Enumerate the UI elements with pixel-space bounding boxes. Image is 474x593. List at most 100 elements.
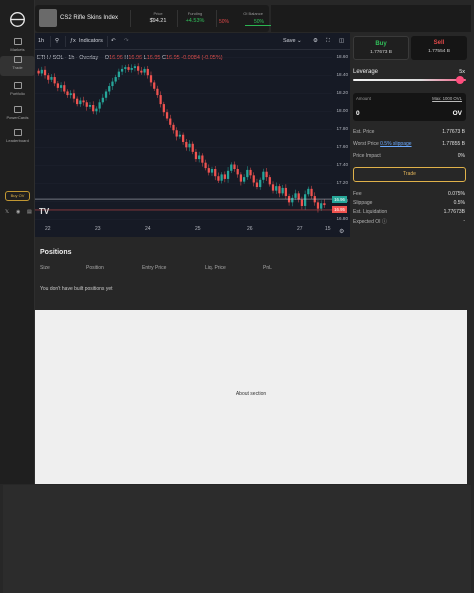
amount-unit: OV [452, 110, 462, 117]
candle-body [210, 169, 214, 173]
save-dropdown-icon[interactable]: ⌄ [297, 38, 302, 44]
leverage-slider-thumb[interactable] [456, 76, 465, 84]
worst-price-label: Worst Price [353, 141, 379, 147]
tradingview-logo-icon[interactable]: TV [39, 207, 49, 216]
sidebar-item-powercards[interactable]: PowerCards [0, 106, 35, 126]
candle-body [53, 77, 56, 84]
toolbar-divider [107, 36, 108, 47]
info-icon[interactable]: ⓘ [382, 219, 387, 225]
oi-balance-stat: OI Balance [219, 11, 263, 16]
candle-body [217, 176, 220, 181]
undo-icon[interactable]: ↶ [111, 38, 116, 44]
column-header-liq-price: Liq. Price [205, 265, 226, 271]
price-impact-label: Price Impact [353, 153, 381, 159]
sidebar-item-portfolio[interactable]: Portfolio [0, 82, 35, 102]
candle-body [59, 85, 63, 88]
y-tick-label: 17.80 [336, 126, 349, 132]
candle-body [249, 169, 252, 176]
candle-body [230, 164, 233, 171]
x-tick-label: 24 [145, 226, 151, 232]
discord-icon[interactable]: ◉ [16, 209, 20, 215]
redo-icon[interactable]: ↷ [124, 38, 129, 44]
est-price-label: Est. Price [353, 129, 375, 135]
x-icon[interactable]: 𝕏 [5, 209, 9, 215]
sidebar-item-markets[interactable]: Markets [0, 38, 35, 58]
candle-body [300, 199, 304, 206]
buy-tab[interactable]: Buy 1.77673 B [353, 36, 409, 60]
candle-body [88, 104, 92, 107]
axis-settings-icon[interactable]: ⚙ [339, 228, 344, 235]
candlestick-plot[interactable] [35, 50, 332, 224]
leverage-slider[interactable] [353, 79, 466, 81]
market-name[interactable]: CS2 Rifle Skins Index [60, 15, 118, 21]
candle-body [140, 70, 143, 73]
candle-body [185, 141, 188, 148]
fullscreen-icon[interactable]: ⛶ [326, 38, 330, 45]
candle-body [95, 108, 98, 112]
worst-price-value: 1.77855 B [442, 141, 465, 147]
trade-panel: Buy 1.77673 B Sell 1.77554 B Leverage 5x… [351, 33, 471, 237]
candle-body [178, 134, 182, 137]
price-impact-value: 0% [457, 153, 465, 159]
positions-title: Positions [40, 249, 72, 256]
divider [216, 10, 217, 27]
overlay-logo-icon[interactable] [9, 11, 26, 28]
amount-max-button[interactable]: Max: 1000 OVL [432, 96, 462, 101]
candle-body [104, 91, 108, 98]
candle-body [137, 66, 140, 71]
candle-body [156, 88, 159, 96]
expected-oi-label: Expected OI [353, 219, 381, 225]
save-button[interactable]: Save [283, 38, 296, 44]
sell-tab[interactable]: Sell 1.77554 B [411, 36, 467, 60]
candle-body [111, 81, 114, 87]
chart-panel: 1h ⚲ ƒx Indicators ↶ ↷ Save ⌄ ⚙ ⛶ ◫ ETH … [35, 33, 350, 237]
camera-icon[interactable]: ◫ [339, 38, 344, 44]
candle-body [252, 175, 255, 183]
candle-body [37, 70, 40, 74]
interval-button[interactable]: 1h [38, 38, 44, 44]
candle-body [169, 118, 172, 125]
candle-body [92, 104, 95, 112]
column-header-entry-price: Entry Price [142, 265, 167, 271]
buy-label: Buy [375, 41, 387, 47]
candle-body [127, 67, 130, 70]
candle-body [310, 188, 313, 197]
candle-body [146, 68, 149, 76]
liquidation-label: Est. Liquidation [353, 209, 388, 215]
slippage-link[interactable]: 0.5% slippage [380, 141, 411, 147]
candle-body [236, 169, 239, 175]
candle-body [165, 112, 169, 119]
column-header-pnl: PnL [263, 265, 272, 271]
buy-ov-button[interactable]: Buy OV [5, 191, 30, 201]
est-price-row: Est. Price 1.77673 B [353, 129, 465, 137]
funding-stat: Funding +4.53% [175, 11, 215, 24]
docs-icon[interactable]: ▤ [27, 209, 32, 215]
candle-body [130, 68, 133, 70]
indicators-icon[interactable]: ƒx [70, 38, 76, 44]
chart-type-icon[interactable]: ⚲ [55, 38, 59, 44]
candle-body [85, 102, 88, 107]
price-impact-row: Price Impact 0% [353, 153, 465, 161]
market-thumbnail [39, 9, 57, 27]
candle-body [79, 100, 82, 105]
trade-button[interactable]: Trade [353, 167, 466, 182]
column-header-position: Position [86, 265, 104, 271]
amount-label: Amount [356, 96, 371, 101]
indicators-button[interactable]: Indicators [79, 38, 103, 44]
oi-short-value: 50% [219, 19, 230, 25]
candle-body [72, 93, 76, 99]
est-price-value: 1.77673 B [442, 129, 465, 135]
sidebar-item-label: Trade [12, 65, 23, 70]
settings-gear-icon[interactable]: ⚙ [313, 38, 318, 44]
sell-label: Sell [433, 40, 445, 46]
amount-value[interactable]: 0 [356, 110, 360, 117]
candle-body [204, 162, 207, 169]
sidebar-item-leaderboard[interactable]: Leaderboard [0, 129, 35, 149]
sidebar-item-trade[interactable]: Trade [0, 56, 35, 76]
amount-input[interactable]: Amount Max: 1000 OVL 0 OV [353, 93, 466, 121]
candle-body [304, 194, 307, 206]
expected-oi-value: - [463, 218, 465, 224]
candle-body [162, 104, 165, 113]
candle-body [117, 71, 121, 78]
trade-icon [13, 56, 22, 63]
